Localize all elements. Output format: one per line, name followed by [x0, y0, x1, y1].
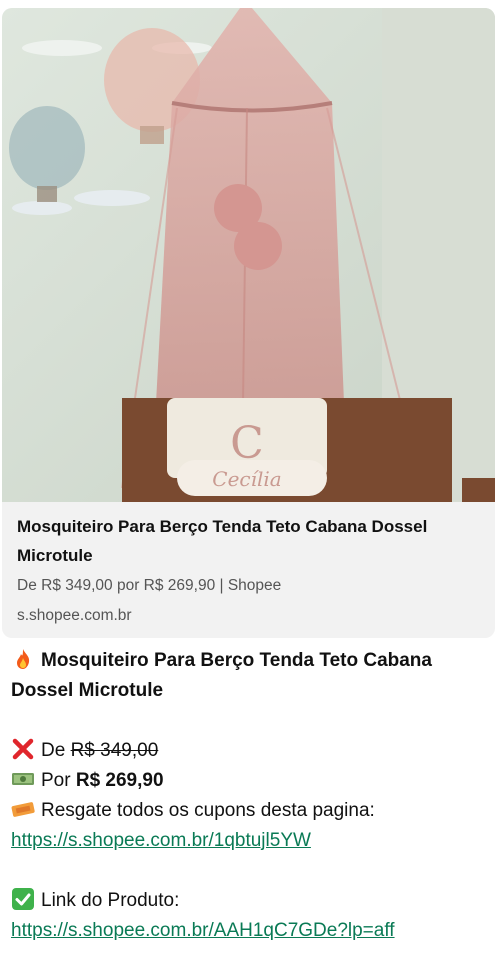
new-price-prefix: Por: [41, 770, 71, 791]
coupon-text: Resgate todos os cupons desta pagina:: [41, 800, 375, 821]
old-price: R$ 349,00: [70, 740, 159, 761]
link-preview-card[interactable]: C Cecília Mosquiteiro Para Berço Tenda T…: [2, 8, 495, 638]
ticket-icon: [11, 802, 35, 817]
product-label-line: Link do Produto:: [11, 886, 491, 916]
message-title-line: Mosquiteiro Para Berço Tenda Teto Cabana…: [11, 646, 491, 706]
coupon-link[interactable]: https://s.shopee.com.br/1qbtujl5YW: [11, 830, 311, 851]
coupon-line: Resgate todos os cupons desta pagina:: [11, 796, 491, 826]
message-body: Mosquiteiro Para Berço Tenda Teto Cabana…: [11, 646, 491, 946]
preview-description: De R$ 349,00 por R$ 269,90 | Shopee: [17, 577, 282, 594]
preview-domain: s.shopee.com.br: [17, 607, 132, 624]
cross-mark-icon: [12, 738, 34, 760]
new-price-line: Por R$ 269,90: [11, 766, 491, 796]
product-label: Link do Produto:: [41, 890, 180, 911]
product-image[interactable]: C Cecília: [2, 8, 495, 502]
message-title: Mosquiteiro Para Berço Tenda Teto Cabana…: [11, 650, 432, 701]
fire-icon: [17, 649, 30, 669]
product-link[interactable]: https://s.shopee.com.br/AAH1qC7GDe?lp=af…: [11, 920, 395, 941]
bolster-text: Cecília: [212, 467, 281, 491]
old-price-prefix: De: [41, 740, 66, 761]
new-price: R$ 269,90: [75, 770, 164, 791]
preview-title[interactable]: Mosquiteiro Para Berço Tenda Teto Cabana…: [17, 512, 487, 570]
old-price-line: De R$ 349,00: [11, 736, 491, 766]
check-mark-button-icon: [12, 888, 34, 910]
dollar-banknote-icon: [12, 773, 34, 785]
